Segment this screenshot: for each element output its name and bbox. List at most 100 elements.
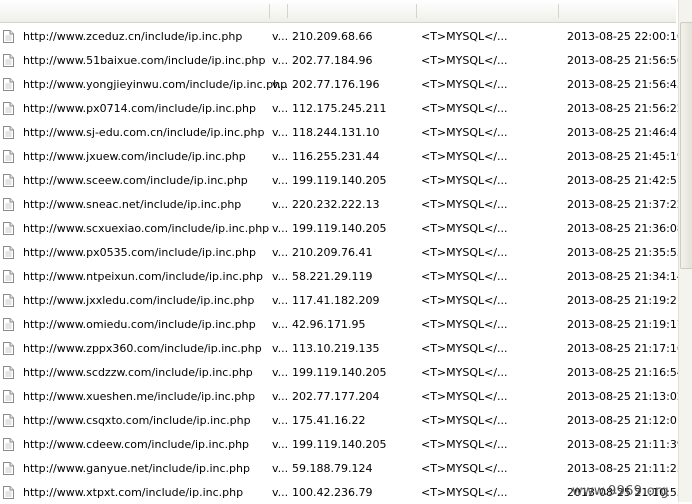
- url-cell: http://www.scdzzw.com/include/ip.inc.php: [23, 366, 253, 379]
- table-row[interactable]: http://www.scxuexiao.com/include/ip.inc.…: [0, 216, 684, 240]
- method-cell: v...: [272, 102, 289, 115]
- result-cell: <T>MYSQL</...: [421, 222, 508, 235]
- method-cell: v...: [272, 414, 289, 427]
- file-icon: [3, 318, 14, 331]
- date-cell: 2013-08-25 21:56:22: [567, 102, 684, 115]
- table-row[interactable]: http://www.sceew.com/include/ip.inc.php v…: [0, 168, 684, 192]
- date-cell: 2013-08-25 21:34:14: [567, 270, 684, 283]
- method-cell: v...: [272, 78, 289, 91]
- file-icon: [3, 486, 14, 499]
- ip-cell: 100.42.236.79: [292, 486, 373, 499]
- file-icon: [3, 342, 14, 355]
- scrollbar-thumb[interactable]: [680, 22, 692, 269]
- url-cell: http://www.xueshen.me/include/ip.inc.php: [23, 390, 256, 403]
- ip-cell: 118.244.131.10: [292, 126, 380, 139]
- url-cell: http://www.sj-edu.com.cn/include/ip.inc.…: [23, 126, 265, 139]
- table-row[interactable]: http://www.jxxledu.com/include/ip.inc.ph…: [0, 288, 684, 312]
- vertical-scrollbar[interactable]: [678, 0, 692, 502]
- table-row[interactable]: http://www.sneac.net/include/ip.inc.php v…: [0, 192, 684, 216]
- result-cell: <T>MYSQL</...: [421, 174, 508, 187]
- column-separator[interactable]: [269, 4, 270, 18]
- url-cell: http://www.px0535.com/include/ip.inc.php: [23, 246, 256, 259]
- result-cell: <T>MYSQL</...: [421, 30, 508, 43]
- result-cell: <T>MYSQL</...: [421, 246, 508, 259]
- date-cell: 2013-08-25 21:45:19: [567, 150, 684, 163]
- date-cell: 2013-08-25 22:00:16: [567, 30, 684, 43]
- file-icon: [3, 126, 14, 139]
- url-cell: http://www.zceduz.cn/include/ip.inc.php: [23, 30, 243, 43]
- file-icon: [3, 78, 14, 91]
- table-row[interactable]: http://www.ganyue.net/include/ip.inc.php…: [0, 456, 684, 480]
- url-cell: http://www.sceew.com/include/ip.inc.php: [23, 174, 248, 187]
- table-row[interactable]: http://www.omiedu.com/include/ip.inc.php…: [0, 312, 684, 336]
- file-icon: [3, 390, 14, 403]
- table-row[interactable]: http://www.zppx360.com/include/ip.inc.ph…: [0, 336, 684, 360]
- file-icon: [3, 270, 14, 283]
- table-row[interactable]: http://www.ntpeixun.com/include/ip.inc.p…: [0, 264, 684, 288]
- method-cell: v...: [272, 270, 289, 283]
- ip-cell: 59.188.79.124: [292, 462, 373, 475]
- url-cell: http://www.cdeew.com/include/ip.inc.php: [23, 438, 250, 451]
- file-icon: [3, 246, 14, 259]
- table-row[interactable]: http://www.px0714.com/include/ip.inc.php…: [0, 96, 684, 120]
- table-row[interactable]: http://www.yongjieyinwu.com/include/ip.i…: [0, 72, 684, 96]
- result-cell: <T>MYSQL</...: [421, 126, 508, 139]
- method-cell: v...: [272, 150, 289, 163]
- method-cell: v...: [272, 462, 289, 475]
- ip-cell: 113.10.219.135: [292, 342, 380, 355]
- result-cell: <T>MYSQL</...: [421, 342, 508, 355]
- table-row[interactable]: http://www.zceduz.cn/include/ip.inc.php v…: [0, 24, 684, 48]
- table-row[interactable]: http://www.sj-edu.com.cn/include/ip.inc.…: [0, 120, 684, 144]
- method-cell: v...: [272, 318, 289, 331]
- column-separator[interactable]: [416, 4, 417, 18]
- ip-cell: 202.77.177.204: [292, 390, 380, 403]
- result-cell: <T>MYSQL</...: [421, 294, 508, 307]
- result-cell: <T>MYSQL</...: [421, 318, 508, 331]
- table-row[interactable]: http://www.scdzzw.com/include/ip.inc.php…: [0, 360, 684, 384]
- table-row[interactable]: http://www.cdeew.com/include/ip.inc.php v…: [0, 432, 684, 456]
- file-icon: [3, 366, 14, 379]
- date-cell: 2013-08-25 21:56:56: [567, 54, 684, 67]
- file-icon: [3, 198, 14, 211]
- url-cell: http://www.sneac.net/include/ip.inc.php: [23, 198, 242, 211]
- ip-cell: 202.77.184.96: [292, 54, 373, 67]
- date-cell: 2013-08-25 21:11:23: [567, 462, 684, 475]
- url-cell: http://www.51baixue.com/include/ip.inc.p…: [23, 54, 266, 67]
- url-cell: http://www.jxuew.com/include/ip.inc.php: [23, 150, 246, 163]
- result-cell: <T>MYSQL</...: [421, 270, 508, 283]
- table-row[interactable]: http://www.csqxto.com/include/ip.inc.php…: [0, 408, 684, 432]
- url-cell: http://www.px0714.com/include/ip.inc.php: [23, 102, 256, 115]
- column-separator[interactable]: [287, 4, 288, 18]
- result-cell: <T>MYSQL</...: [421, 54, 508, 67]
- url-cell: http://www.csqxto.com/include/ip.inc.php: [23, 414, 251, 427]
- column-separator[interactable]: [558, 4, 559, 18]
- result-cell: <T>MYSQL</...: [421, 390, 508, 403]
- file-icon: [3, 150, 14, 163]
- date-cell: 2013-08-25 21:37:22: [567, 198, 684, 211]
- file-icon: [3, 414, 14, 427]
- file-icon: [3, 174, 14, 187]
- method-cell: v...: [272, 30, 289, 43]
- file-icon: [3, 294, 14, 307]
- date-cell: 2013-08-25 21:17:16: [567, 342, 684, 355]
- ip-cell: 58.221.29.119: [292, 270, 373, 283]
- file-icon: [3, 222, 14, 235]
- result-cell: <T>MYSQL</...: [421, 150, 508, 163]
- method-cell: v...: [272, 246, 289, 259]
- file-icon: [3, 102, 14, 115]
- result-cell: <T>MYSQL</...: [421, 366, 508, 379]
- ip-cell: 116.255.231.44: [292, 150, 380, 163]
- result-cell: <T>MYSQL</...: [421, 78, 508, 91]
- ip-cell: 220.232.222.13: [292, 198, 380, 211]
- method-cell: v...: [272, 174, 289, 187]
- table-row[interactable]: http://www.jxuew.com/include/ip.inc.php v…: [0, 144, 684, 168]
- table-row[interactable]: http://www.51baixue.com/include/ip.inc.p…: [0, 48, 684, 72]
- table-row[interactable]: http://www.px0535.com/include/ip.inc.php…: [0, 240, 684, 264]
- table-row[interactable]: http://www.xueshen.me/include/ip.inc.php…: [0, 384, 684, 408]
- watermark: www.9969.org: [572, 484, 669, 499]
- method-cell: v...: [272, 390, 289, 403]
- date-cell: 2013-08-25 21:19:17: [567, 318, 684, 331]
- ip-cell: 202.77.176.196: [292, 78, 380, 91]
- method-cell: v...: [272, 342, 289, 355]
- date-cell: 2013-08-25 21:11:39: [567, 438, 684, 451]
